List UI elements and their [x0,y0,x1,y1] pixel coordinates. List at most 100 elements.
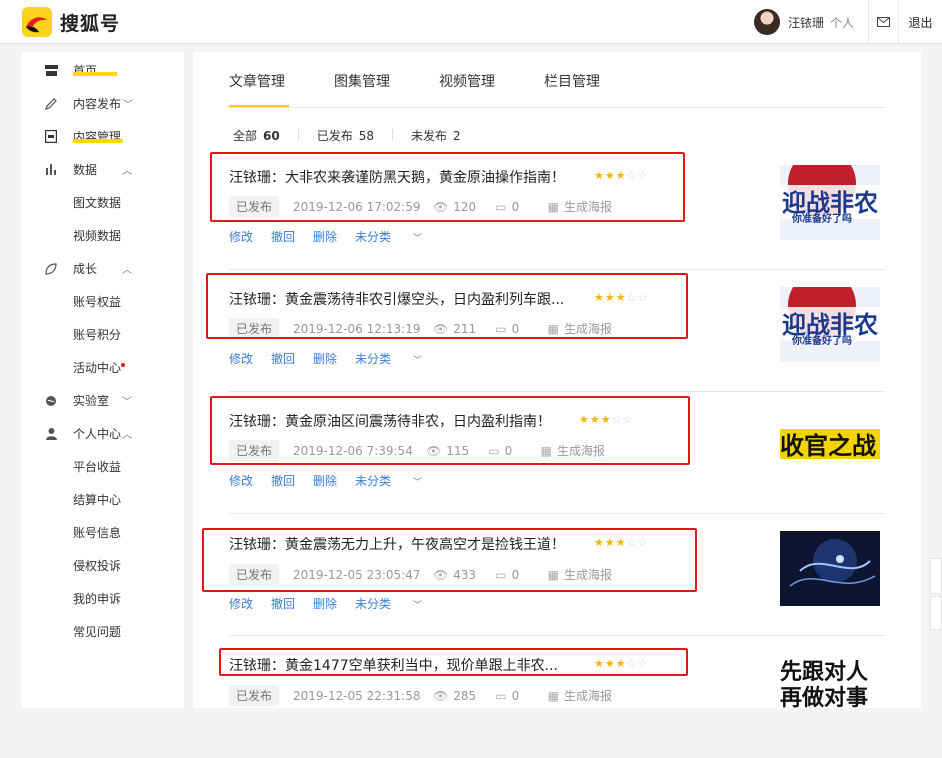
eye-icon: 👁 [433,567,449,582]
withdraw-link[interactable]: 撤回 [271,350,295,367]
sidebar-item-infringement[interactable]: 侵权投诉 [22,549,184,582]
view-count: 433 [453,567,477,582]
sidebar-item-my-appeals[interactable]: 我的申诉 [22,582,184,615]
sidebar-item-publish[interactable]: 内容发布 ﹀ [22,87,184,120]
comment-count: 0 [511,199,520,214]
category-label: 未分类 [355,597,392,611]
filter-unpublished[interactable]: 未发布 2 [411,127,461,144]
poster-button[interactable]: 生成海报 [564,687,612,704]
sidebar-item-home[interactable]: 首页 [22,54,184,87]
sidebar-item-label: 侵权投诉 [73,559,122,573]
sidebar-item-account-info[interactable]: 账号信息 [22,516,184,549]
delete-link[interactable]: 删除 [313,595,337,612]
poster-button[interactable]: 生成海报 [564,198,612,215]
withdraw-link[interactable]: 撤回 [271,595,295,612]
category-dropdown[interactable]: 未分类 ﹀ [355,595,440,612]
quality-stars: ★★★☆☆ [594,169,648,182]
sidebar-item-label: 常见问题 [73,625,122,639]
edit-link[interactable]: 修改 [229,350,253,367]
view-count: 285 [453,688,477,703]
filter-label: 未发布 [411,129,448,143]
tab-videos[interactable]: 视频管理 [439,71,495,91]
qrcode-icon: ▦ [547,688,559,703]
user-name[interactable]: 汪铱珊 [788,14,824,31]
list-item: 汪铱珊：大非农来袭谨防黑天鹅，黄金原油操作指南！ ★★★☆☆ 已发布 2019-… [193,148,921,270]
filter-count: 2 [453,129,461,143]
sidebar-item-article-data[interactable]: 图文数据 [22,186,184,219]
article-title[interactable]: 汪铱珊：黄金震荡待非农引爆空头，日内盈利列车跟... [229,289,564,309]
sidebar-item-activity-center[interactable]: 活动中心 [22,351,184,384]
delete-link[interactable]: 删除 [313,228,337,245]
tab-bar: 文章管理 图集管理 视频管理 栏目管理 [229,52,885,108]
delete-link[interactable]: 删除 [313,350,337,367]
sidebar-item-label: 平台收益 [73,460,122,474]
withdraw-link[interactable]: 撤回 [271,472,295,489]
article-thumbnail[interactable] [780,531,880,606]
mail-icon[interactable] [868,0,898,44]
filter-published[interactable]: 已发布 58 [317,127,374,144]
float-widget[interactable] [930,558,942,594]
filter-all[interactable]: 全部 60 [233,127,280,144]
article-actions: 修改 撤回 删除 未分类 ﹀ [229,472,458,489]
sidebar-item-growth[interactable]: 成长 ︿ [22,252,184,285]
active-highlight [73,72,117,76]
article-thumbnail[interactable]: 迎战非农 你准备好了吗 [780,165,880,240]
article-thumbnail[interactable]: 迎战非农 你准备好了吗 [780,287,880,362]
article-thumbnail[interactable]: 收官之战 [780,409,880,484]
leaf-icon [44,262,58,276]
sidebar-item-video-data[interactable]: 视频数据 [22,219,184,252]
category-dropdown[interactable]: 未分类 ﹀ [355,228,440,245]
article-thumbnail[interactable]: 先跟对人 再做对事 [780,653,880,708]
tab-columns[interactable]: 栏目管理 [544,71,600,91]
publish-time: 2019-12-06 12:13:19 [293,321,421,336]
publish-time: 2019-12-06 17:02:59 [293,199,421,214]
chevron-up-icon: ︿ [122,166,132,177]
thumbnail-text: 迎战非农 [782,189,878,217]
article-title[interactable]: 汪铱珊：黄金震荡无力上升，午夜高空才是捡钱王道！ [229,534,565,554]
category-dropdown[interactable]: 未分类 ﹀ [355,350,440,367]
sidebar-item-data[interactable]: 数据 ︿ [22,153,184,186]
divider [392,129,394,141]
star-on: ★★★ [594,291,627,304]
article-title[interactable]: 汪铱珊：黄金1477空单获利当中，现价单跟上非农... [229,655,558,675]
avatar[interactable] [753,9,780,35]
sidebar-item-lab[interactable]: 实验室 ﹀ [22,384,184,417]
sidebar-item-platform-income[interactable]: 平台收益 [22,450,184,483]
eye-icon: 👁 [433,688,449,703]
brand-logo[interactable]: 搜狐号 [22,7,120,37]
tab-galleries[interactable]: 图集管理 [334,71,390,91]
sidebar-item-faq[interactable]: 常见问题 [22,615,184,648]
quality-stars: ★★★☆☆ [594,291,648,304]
category-dropdown[interactable]: 未分类 ﹀ [355,472,440,489]
sidebar-item-label: 首页 [73,64,98,78]
qrcode-icon: ▦ [547,199,559,214]
eye-icon: 👁 [433,321,449,336]
sidebar-item-content-manage[interactable]: 内容管理 [22,120,184,153]
float-widget[interactable] [930,596,942,630]
article-title[interactable]: 汪铱珊：黄金原油区间震荡待非农，日内盈利指南！ [229,411,551,431]
poster-button[interactable]: 生成海报 [564,566,612,583]
sidebar-item-personal-center[interactable]: 个人中心 ︿ [22,417,184,450]
qrcode-icon: ▦ [547,321,559,336]
article-title[interactable]: 汪铱珊：大非农来袭谨防黑天鹅，黄金原油操作指南！ [229,167,565,187]
tab-articles[interactable]: 文章管理 [229,71,285,91]
withdraw-link[interactable]: 撤回 [271,228,295,245]
edit-link[interactable]: 修改 [229,472,253,489]
sidebar-item-settlement[interactable]: 结算中心 [22,483,184,516]
view-count: 120 [453,199,477,214]
sidebar-item-account-rights[interactable]: 账号权益 [22,285,184,318]
sidebar-item-label: 个人中心 [73,427,122,441]
poster-button[interactable]: 生成海报 [557,442,605,459]
pencil-icon [44,97,58,111]
sidebar-item-account-points[interactable]: 账号积分 [22,318,184,351]
thumbnail-subtext: 你准备好了吗 [791,212,852,225]
bar-chart-icon [44,163,58,177]
list-item: 汪铱珊：黄金震荡无力上升，午夜高空才是捡钱王道！ ★★★☆☆ 已发布 2019-… [193,514,921,636]
chevron-down-icon: ﹀ [412,356,422,366]
edit-link[interactable]: 修改 [229,228,253,245]
logout-button[interactable]: 退出 [898,0,942,44]
comment-count: 0 [511,688,520,703]
edit-link[interactable]: 修改 [229,595,253,612]
poster-button[interactable]: 生成海报 [564,320,612,337]
delete-link[interactable]: 删除 [313,472,337,489]
